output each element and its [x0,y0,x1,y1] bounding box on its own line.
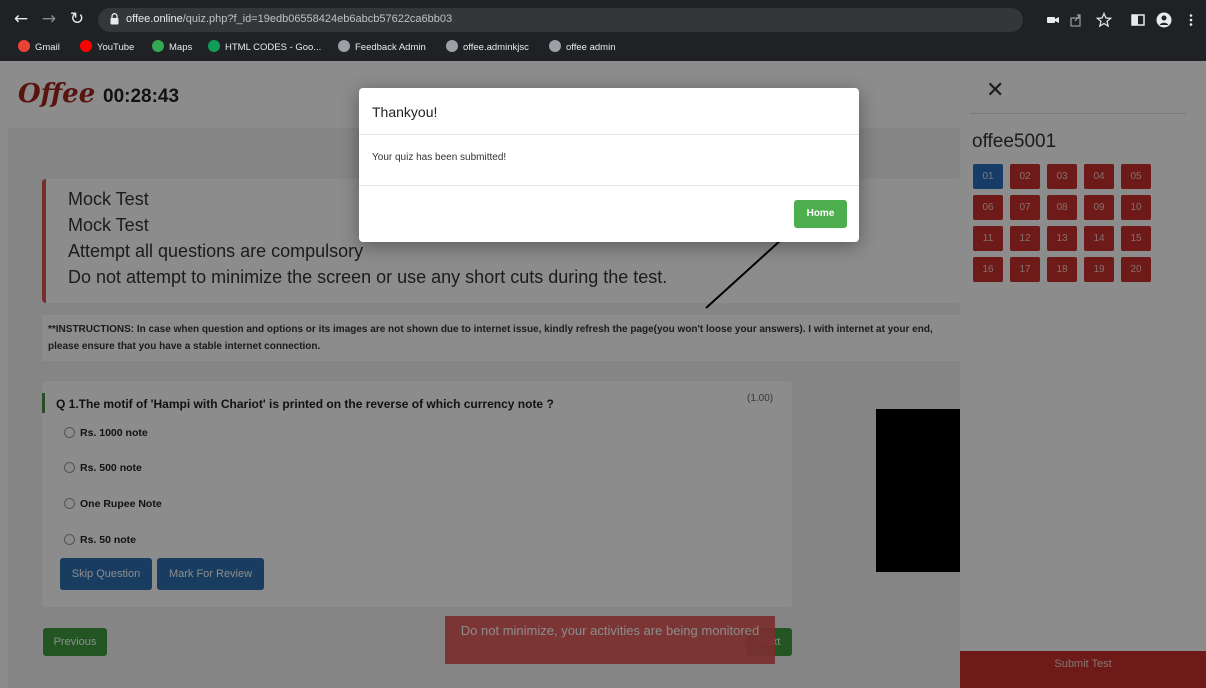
browser-chrome: ← → ↻ offee.online/quiz.php?f_id=19edb06… [0,0,1206,61]
bookmark-item[interactable]: offee.adminkjsc [446,40,529,56]
bookmark-favicon-icon [80,40,92,52]
bookmark-label: Feedback Admin [355,42,426,53]
kebab-menu-icon[interactable] [1183,12,1199,28]
bookmark-label: HTML CODES - Goo... [225,42,322,53]
backdrop-overlay [960,61,1206,688]
bookmark-label: Gmail [35,42,60,53]
bookmark-item[interactable]: HTML CODES - Goo... [208,40,321,56]
star-icon[interactable] [1096,12,1112,28]
submission-modal: Thankyou! Your quiz has been submitted! … [359,88,859,242]
bookmark-item[interactable]: Gmail [18,40,60,56]
forward-icon[interactable]: → [38,8,60,30]
url-path: /quiz.php?f_id=19edb06558424eb6abcb57622… [182,13,453,25]
bookmark-label: offee.adminkjsc [463,42,529,53]
bookmark-favicon-icon [338,40,350,52]
bookmark-label: Maps [169,42,193,53]
share-icon[interactable] [1068,12,1084,28]
reload-icon[interactable]: ↻ [66,8,88,30]
divider [359,134,859,135]
bookmark-favicon-icon [152,40,164,52]
address-row: ← → ↻ offee.online/quiz.php?f_id=19edb06… [0,6,1206,34]
profile-avatar-icon[interactable] [1156,12,1172,28]
bookmark-label: YouTube [97,42,135,53]
question-palette-panel: ✕ offee5001 01 02 03 04 05 06 07 08 09 10 11 12 13 14… [960,61,1206,688]
back-icon[interactable]: ← [10,8,32,30]
bookmark-favicon-icon [208,40,220,52]
bookmark-favicon-icon [446,40,458,52]
bookmark-item[interactable]: YouTube [80,40,134,56]
bookmark-favicon-icon [18,40,30,52]
bookmark-item[interactable]: offee admin [549,40,615,56]
url-host: offee.online [126,13,183,25]
side-panel-icon[interactable] [1130,12,1146,28]
modal-message: Your quiz has been submitted! [372,152,507,163]
divider [359,185,859,186]
camera-icon[interactable] [1045,12,1061,28]
url-text: offee.online/quiz.php?f_id=19edb06558424… [126,13,452,25]
bookmark-label: offee admin [566,42,616,53]
bookmarks-bar: Gmail YouTube Maps HTML CODES - Goo... Feedb… [0,37,1206,59]
lock-icon [110,13,119,25]
bookmark-item[interactable]: Feedback Admin [338,40,426,56]
bookmark-item[interactable]: Maps [152,40,192,56]
address-bar[interactable]: offee.online/quiz.php?f_id=19edb06558424… [98,8,1023,32]
bookmark-favicon-icon [549,40,561,52]
home-button[interactable]: Home [794,200,847,228]
modal-title: Thankyou! [372,104,438,120]
